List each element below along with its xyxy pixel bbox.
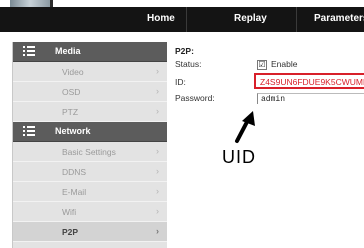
uid-highlight-box: Z4S9UN6FDUE9K5CWUMEG <box>254 73 364 89</box>
enable-checkbox[interactable]: ☑ <box>257 60 267 70</box>
sidebar-item-label: PTZ <box>62 107 79 117</box>
chevron-right-icon: › <box>156 66 159 76</box>
sidebar-item-wifi[interactable]: Wifi › <box>13 202 168 222</box>
status-label: Status: <box>175 59 202 69</box>
menu-icon <box>23 46 35 57</box>
sidebar-item-p2p[interactable]: P2P › <box>13 222 168 242</box>
sidebar-item-label: DDNS <box>62 167 87 177</box>
sidebar-item-label: P2P <box>62 227 79 237</box>
enable-label: Enable <box>271 59 298 69</box>
sidebar-item-ptz[interactable]: PTZ › <box>13 102 168 122</box>
chevron-right-icon: › <box>156 86 159 96</box>
sidebar-section-label: Network <box>55 126 91 136</box>
chevron-right-icon: › <box>156 106 159 116</box>
chevron-right-icon: › <box>156 226 159 236</box>
sidebar-item-label: Basic Settings <box>62 147 116 157</box>
annotation-arrow-icon <box>235 111 255 143</box>
chevron-right-icon: › <box>156 206 159 216</box>
page-title: P2P: <box>175 46 194 56</box>
sidebar-section-media[interactable]: Media <box>13 42 168 62</box>
sidebar-item-osd[interactable]: OSD › <box>13 82 168 102</box>
sidebar-item-ddns[interactable]: DDNS › <box>13 162 168 182</box>
sidebar-item-label: Video <box>62 67 84 77</box>
nav-replay[interactable]: Replay <box>234 13 267 24</box>
sidebar-item-label: Wifi <box>62 207 77 217</box>
sidebar-item-label: OSD <box>62 87 81 97</box>
settings-sidebar: Media Video › OSD › PTZ › Network Basic … <box>12 42 168 248</box>
sidebar-item-label: E-Mail <box>62 187 87 197</box>
sidebar-section-label: Media <box>55 46 81 56</box>
uid-annotation-label: UID <box>222 147 256 167</box>
uid-value: Z4S9UN6FDUE9K5CWUMEG <box>260 77 364 87</box>
p2p-settings-panel: P2P: Status: ☑ Enable ID: Z4S9UN6FDUE9K5… <box>167 42 364 248</box>
nav-divider <box>186 7 187 32</box>
chevron-right-icon: › <box>156 166 159 176</box>
top-navigation: Home Replay Parameters <box>0 7 364 32</box>
sidebar-item-email[interactable]: E-Mail › <box>13 182 168 202</box>
header-gap <box>0 32 364 42</box>
chevron-right-icon: › <box>156 186 159 196</box>
chevron-right-icon: › <box>156 146 159 156</box>
sidebar-item-basic-settings[interactable]: Basic Settings › <box>13 142 168 162</box>
sidebar-section-network[interactable]: Network <box>13 122 168 142</box>
nav-divider <box>296 7 297 32</box>
nav-home[interactable]: Home <box>147 13 175 24</box>
sidebar-item-video[interactable]: Video › <box>13 62 168 82</box>
camera-preview-thumbnail <box>10 0 53 7</box>
nav-parameters[interactable]: Parameters <box>314 13 364 24</box>
id-label: ID: <box>175 77 186 87</box>
menu-icon <box>23 126 35 137</box>
password-label: Password: <box>175 93 215 103</box>
password-input[interactable]: admin <box>257 93 364 104</box>
